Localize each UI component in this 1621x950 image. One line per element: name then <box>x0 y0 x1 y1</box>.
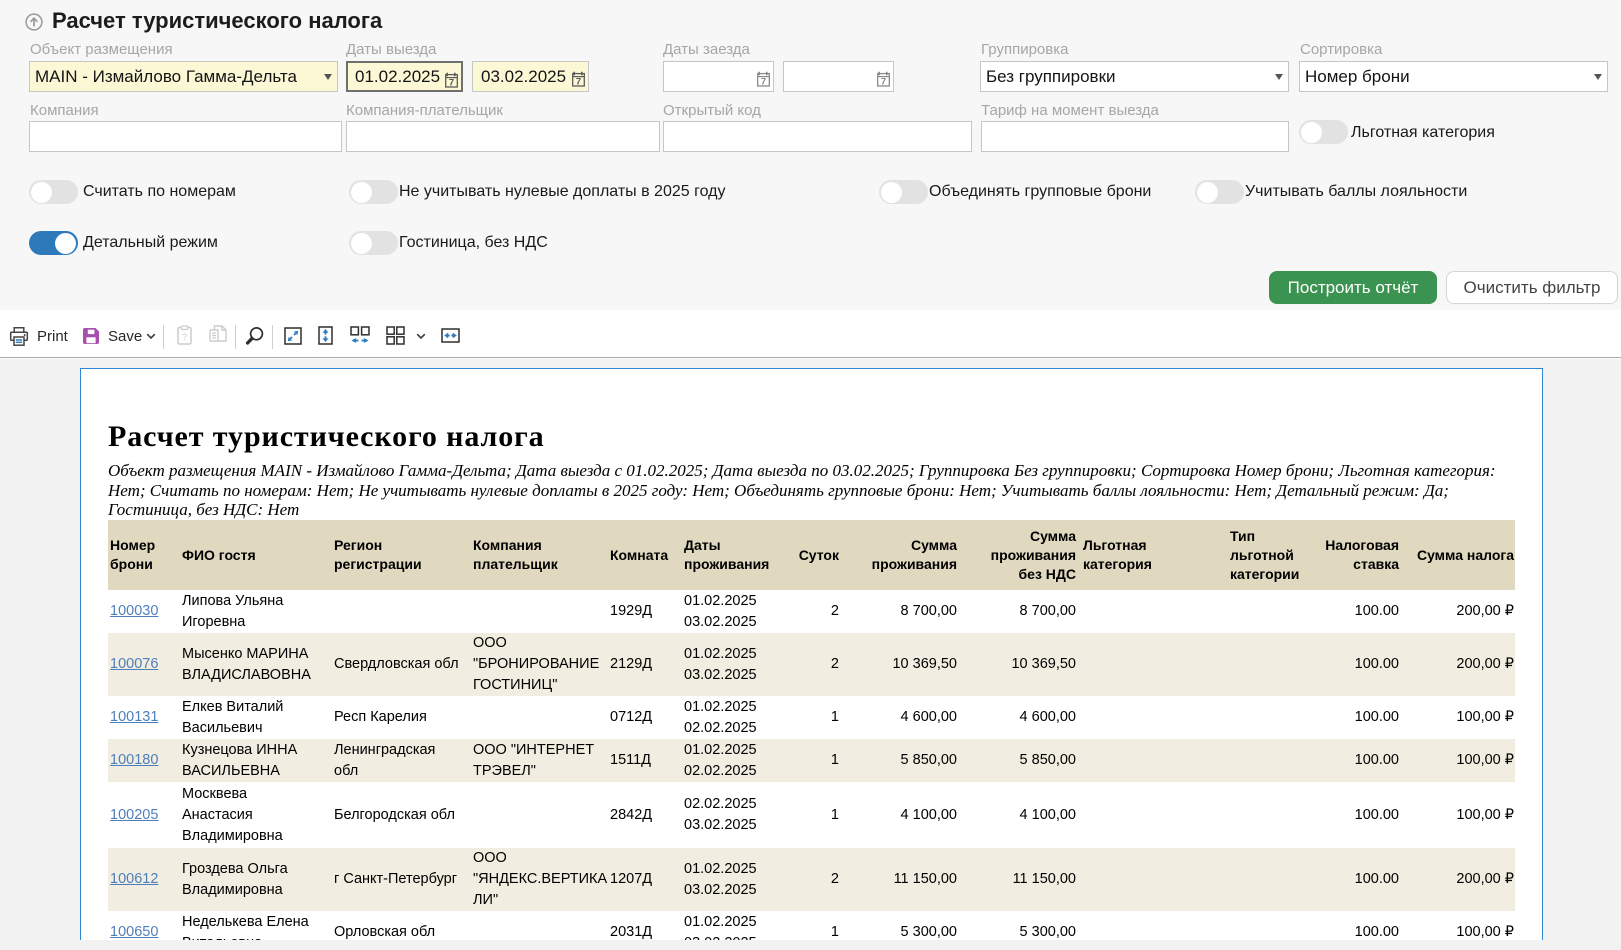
svg-text:7: 7 <box>761 77 766 87</box>
svg-text:7: 7 <box>881 77 886 87</box>
svg-text:7: 7 <box>576 77 581 87</box>
svg-text:7: 7 <box>449 78 454 88</box>
svg-text:?: ? <box>182 332 187 342</box>
